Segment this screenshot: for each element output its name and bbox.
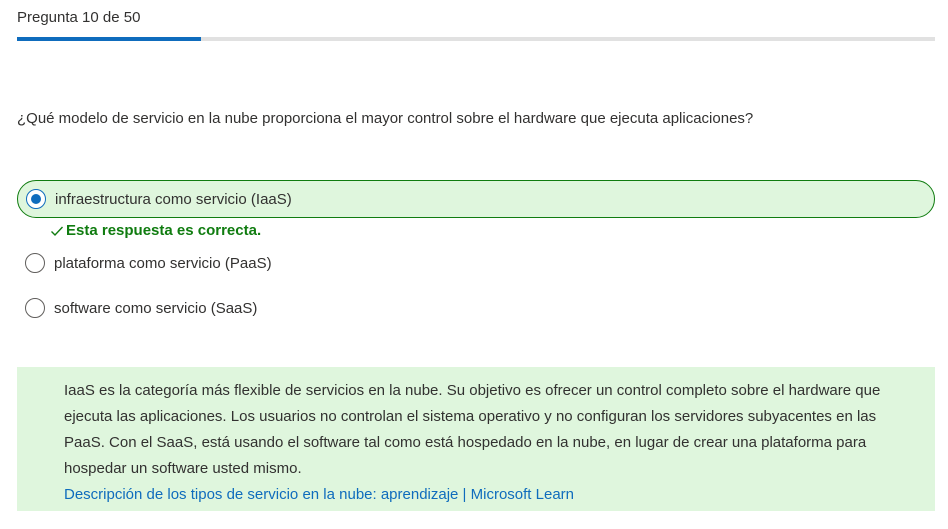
- answer-option-label: software como servicio (SaaS): [54, 299, 258, 317]
- explanation-text: IaaS es la categoría más flexible de ser…: [64, 382, 881, 477]
- checkmark-icon: [51, 226, 64, 236]
- progress-bar-fill: [17, 37, 201, 41]
- correct-feedback: Esta respuesta es correcta.: [50, 222, 261, 239]
- answer-option-saas[interactable]: software como servicio (SaaS): [17, 289, 935, 327]
- question-text: ¿Qué modelo de servicio en la nube propo…: [17, 110, 754, 127]
- answer-option-paas[interactable]: plataforma como servicio (PaaS): [17, 244, 935, 282]
- answer-option-iaas[interactable]: infraestructura como servicio (IaaS): [17, 180, 935, 218]
- answer-option-label: infraestructura como servicio (IaaS): [55, 190, 292, 208]
- progress-bar: [17, 37, 935, 41]
- learn-more-link[interactable]: Descripción de los tipos de servicio en …: [64, 482, 915, 508]
- feedback-text: Esta respuesta es correcta.: [66, 222, 262, 239]
- radio-button-checked-icon[interactable]: [26, 189, 46, 209]
- radio-button-icon[interactable]: [25, 253, 45, 273]
- progress-label: Pregunta 10 de 50: [17, 9, 141, 26]
- explanation-panel: IaaS es la categoría más flexible de ser…: [17, 367, 935, 511]
- radio-button-icon[interactable]: [25, 298, 45, 318]
- answer-option-label: plataforma como servicio (PaaS): [54, 254, 272, 272]
